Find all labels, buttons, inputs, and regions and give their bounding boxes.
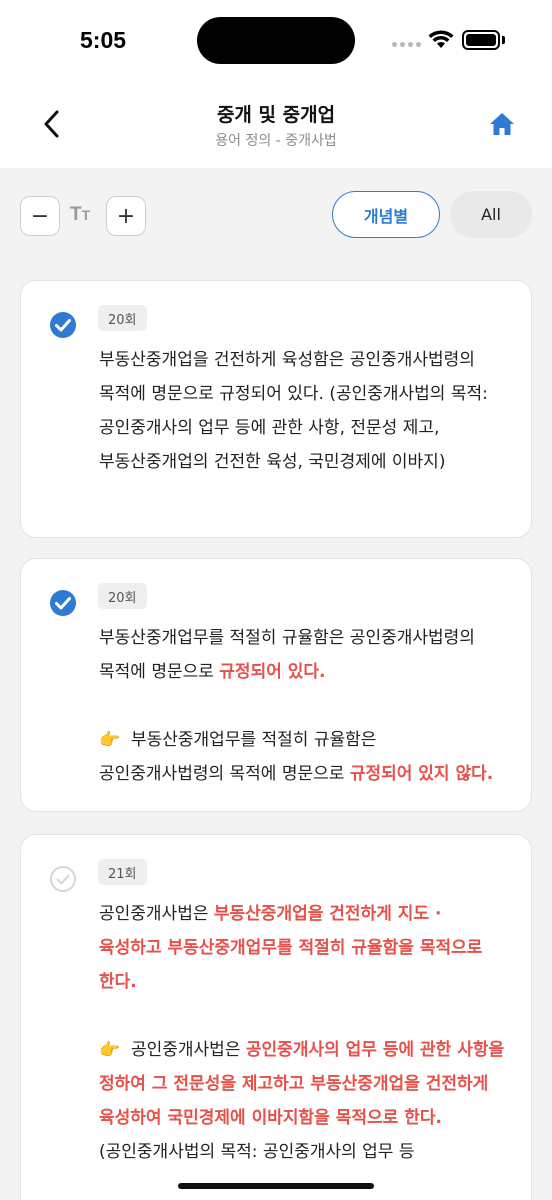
check-circle-icon[interactable] [49, 589, 77, 617]
nav-bar: 중개 및 중개업 용어 정의 - 중개사법 [0, 84, 552, 168]
font-decrease-button[interactable]: − [20, 196, 60, 236]
font-increase-button[interactable]: + [106, 196, 146, 236]
status-bar: 5:05 [0, 0, 552, 84]
check-circle-icon[interactable] [49, 311, 77, 339]
highlight-text: 규정되어 있지 않다. [349, 764, 494, 784]
card-text: 부동산중개업을 건전하게 육성함은 공인중개사법령의 목적에 명문으로 규정되어… [99, 350, 488, 472]
round-badge: 20회 [98, 583, 147, 609]
question-card[interactable]: 20회 부동산중개업무를 적절히 규율함은 공인중개사법령의 목적에 명문으로 … [20, 558, 532, 812]
highlight-text: 규정되어 있다. [219, 662, 326, 682]
home-indicator[interactable] [178, 1183, 374, 1189]
filter-concept-button[interactable]: 개념별 [332, 191, 440, 238]
page-subtitle: 용어 정의 - 중개사법 [215, 133, 337, 149]
cellular-signal-icon [392, 42, 421, 47]
pointing-hand-icon: 👉 [99, 1040, 121, 1060]
question-card[interactable]: 21회 공인중개사법은 부동산중개업을 건전하게 지도 · 육성하고 부동산중개… [20, 834, 532, 1200]
card-text: 공인중개사법은 부동산중개업을 건전하게 지도 · 육성하고 부동산중개업무를 … [99, 904, 505, 1162]
content-list: 20회 부동산중개업을 건전하게 육성함은 공인중개사법령의 목적에 명문으로 … [0, 260, 552, 1200]
font-size-icon: TT [70, 204, 91, 225]
page-title: 중개 및 중개업 [216, 104, 336, 126]
filter-all-button[interactable]: All [450, 191, 532, 238]
wifi-icon [428, 30, 454, 48]
card-text: 부동산중개업무를 적절히 규율함은 공인중개사법령의 목적에 명문으로 규정되어… [99, 628, 494, 784]
home-button[interactable] [484, 106, 520, 142]
question-card[interactable]: 20회 부동산중개업을 건전하게 육성함은 공인중개사법령의 목적에 명문으로 … [20, 280, 532, 538]
round-badge: 20회 [98, 305, 147, 331]
toolbar: − TT + 개념별 All [0, 168, 552, 260]
battery-icon [462, 30, 500, 50]
dynamic-island [197, 17, 355, 64]
check-circle-outline-icon[interactable] [49, 865, 77, 893]
home-icon [490, 113, 514, 135]
status-time: 5:05 [80, 27, 127, 53]
round-badge: 21회 [98, 859, 147, 885]
pointing-hand-icon: 👉 [99, 730, 121, 750]
